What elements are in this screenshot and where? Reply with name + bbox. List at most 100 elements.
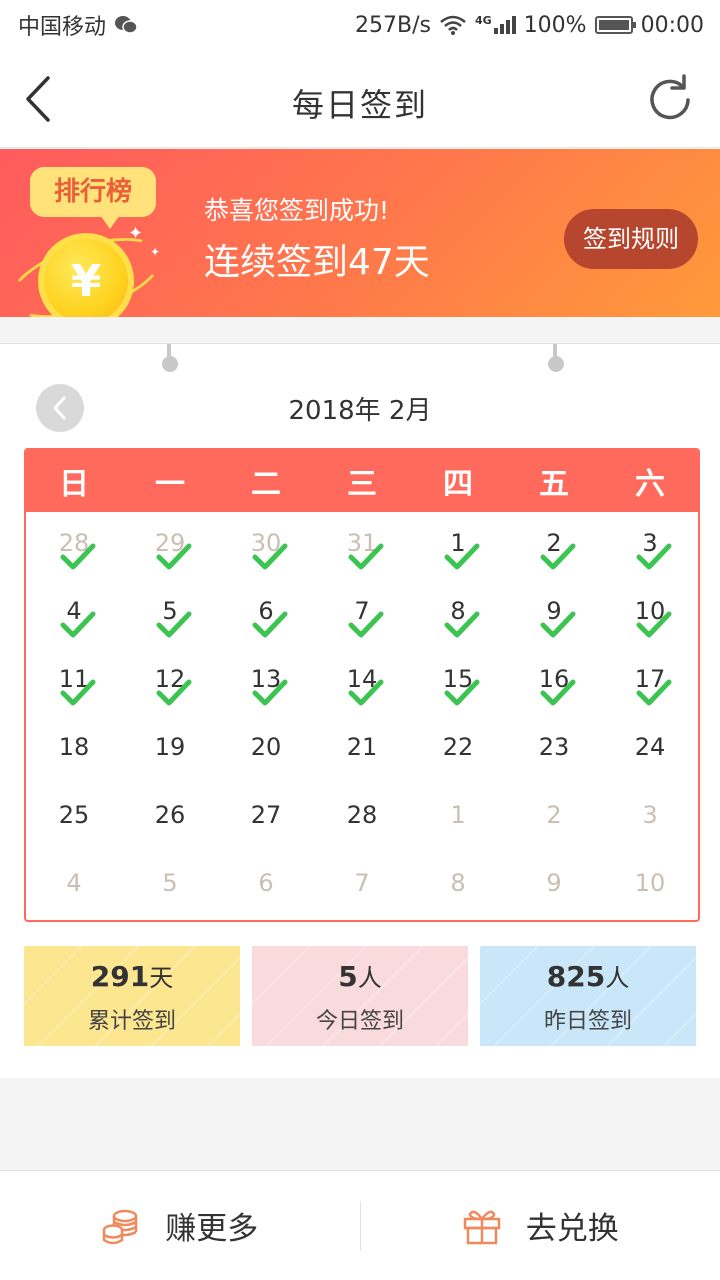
calendar-day[interactable]: 8: [410, 586, 506, 654]
stat-card: 5人 今日签到: [252, 946, 468, 1046]
day-number: 14: [346, 665, 378, 693]
calendar-day[interactable]: 20: [218, 722, 314, 790]
day-number: 3: [642, 801, 658, 829]
calendar-day[interactable]: 14: [314, 654, 410, 722]
stat-label: 累计签到: [87, 1009, 176, 1034]
day-number: 1: [450, 529, 466, 557]
signal-icon: [493, 16, 516, 34]
calendar-day-other-month[interactable]: 7: [314, 858, 410, 920]
calendar-day[interactable]: 9: [506, 586, 602, 654]
calendar-day[interactable]: 3: [602, 518, 698, 586]
calendar-day-other-month[interactable]: 3: [602, 790, 698, 858]
nav-bar: 每日签到: [0, 50, 720, 148]
calendar-day-other-month[interactable]: 8: [410, 858, 506, 920]
calendar-day-other-month[interactable]: 9: [506, 858, 602, 920]
network-type: 4G: [475, 13, 492, 27]
coin-symbol: ¥: [70, 255, 102, 307]
stat-card: 291天累计签到: [24, 946, 240, 1046]
month-title: 2018年 2月: [288, 396, 432, 426]
day-number: 10: [634, 869, 666, 897]
leaderboard-button[interactable]: 排行榜: [30, 167, 156, 229]
calendar-day[interactable]: 2: [506, 518, 602, 586]
calendar-day[interactable]: 10: [602, 586, 698, 654]
day-number: 2: [546, 529, 562, 557]
calendar-day[interactable]: 19: [122, 722, 218, 790]
calendar-day[interactable]: 1: [410, 518, 506, 586]
day-number: 13: [250, 665, 282, 693]
day-number: 4: [66, 869, 82, 897]
stat-unit: 天: [149, 964, 174, 992]
sparkle-icon: ✦: [128, 223, 144, 244]
calendar-day[interactable]: 27: [218, 790, 314, 858]
stat-label: 昨日签到: [543, 1009, 632, 1034]
day-number: 2: [546, 801, 562, 829]
calendar-day[interactable]: 7: [314, 586, 410, 654]
day-number: 28: [346, 801, 378, 829]
day-number: 26: [154, 801, 186, 829]
calendar-day-other-month[interactable]: 30: [218, 518, 314, 586]
day-number: 7: [354, 869, 370, 897]
stat-unit: 人: [357, 964, 382, 992]
day-number: 19: [154, 733, 186, 761]
day-number: 9: [546, 869, 562, 897]
clock: 00:00: [640, 12, 704, 38]
calendar-day[interactable]: 13: [218, 654, 314, 722]
calendar-grid: 日一二三四五六 28 29 30 31 1 2 3 4 5 6 7 8 9 10 11 12 13 14 15 16 1…: [24, 448, 700, 922]
calendar-day[interactable]: 16: [506, 654, 602, 722]
day-number: 25: [58, 801, 90, 829]
calendar-day[interactable]: 18: [26, 722, 122, 790]
day-number: 4: [66, 597, 82, 625]
calendar-day[interactable]: 5: [122, 586, 218, 654]
weekday-label: 日: [59, 467, 89, 502]
day-number: 1: [450, 801, 466, 829]
day-number: 22: [442, 733, 474, 761]
calendar-day[interactable]: 11: [26, 654, 122, 722]
day-number: 6: [258, 869, 274, 897]
refresh-icon[interactable]: [644, 74, 696, 126]
calendar-day-other-month[interactable]: 1: [410, 790, 506, 858]
calendar-day-other-month[interactable]: 29: [122, 518, 218, 586]
day-number: 6: [258, 597, 274, 625]
page-title: 每日签到: [291, 86, 428, 124]
weekday-label: 二: [251, 467, 281, 502]
calendar-day-other-month[interactable]: 4: [26, 858, 122, 920]
day-number: 5: [162, 869, 178, 897]
calendar-day[interactable]: 4: [26, 586, 122, 654]
calendar-day-other-month[interactable]: 2: [506, 790, 602, 858]
checkin-success-message: 恭喜您签到成功!: [204, 196, 390, 225]
day-number: 23: [538, 733, 570, 761]
calendar-day[interactable]: 21: [314, 722, 410, 790]
calendar-card: 2018年 2月 日一二三四五六 28 29 30 31 1 2 3 4 5 6 7 8 9 10 11 12…: [0, 343, 720, 1078]
day-number: 7: [354, 597, 370, 625]
day-number: 3: [642, 529, 658, 557]
calendar-day[interactable]: 22: [410, 722, 506, 790]
stat-value: 291: [90, 960, 150, 993]
calendar-day[interactable]: 28: [314, 790, 410, 858]
day-number: 8: [450, 597, 466, 625]
day-number: 9: [546, 597, 562, 625]
stat-value: 825: [546, 960, 606, 993]
calendar-day[interactable]: 26: [122, 790, 218, 858]
calendar-day[interactable]: 17: [602, 654, 698, 722]
day-number: 8: [450, 869, 466, 897]
earn-more-button[interactable]: 赚更多: [0, 1171, 360, 1280]
calendar-day[interactable]: 24: [602, 722, 698, 790]
weekday-label: 五: [539, 467, 569, 502]
day-number: 5: [162, 597, 178, 625]
calendar-day-other-month[interactable]: 28: [26, 518, 122, 586]
day-number: 15: [442, 665, 474, 693]
calendar-day[interactable]: 25: [26, 790, 122, 858]
calendar-day-other-month[interactable]: 31: [314, 518, 410, 586]
day-number: 30: [250, 529, 282, 557]
calendar-day-other-month[interactable]: 10: [602, 858, 698, 920]
checkin-rules-button[interactable]: 签到规则: [564, 209, 698, 269]
calendar-day[interactable]: 6: [218, 586, 314, 654]
calendar-day-other-month[interactable]: 6: [218, 858, 314, 920]
calendar-day-other-month[interactable]: 5: [122, 858, 218, 920]
calendar-day[interactable]: 15: [410, 654, 506, 722]
calendar-day[interactable]: 12: [122, 654, 218, 722]
calendar-day[interactable]: 23: [506, 722, 602, 790]
day-number: 29: [154, 529, 186, 557]
exchange-button[interactable]: 去兑换: [361, 1171, 720, 1280]
day-number: 11: [58, 665, 90, 693]
